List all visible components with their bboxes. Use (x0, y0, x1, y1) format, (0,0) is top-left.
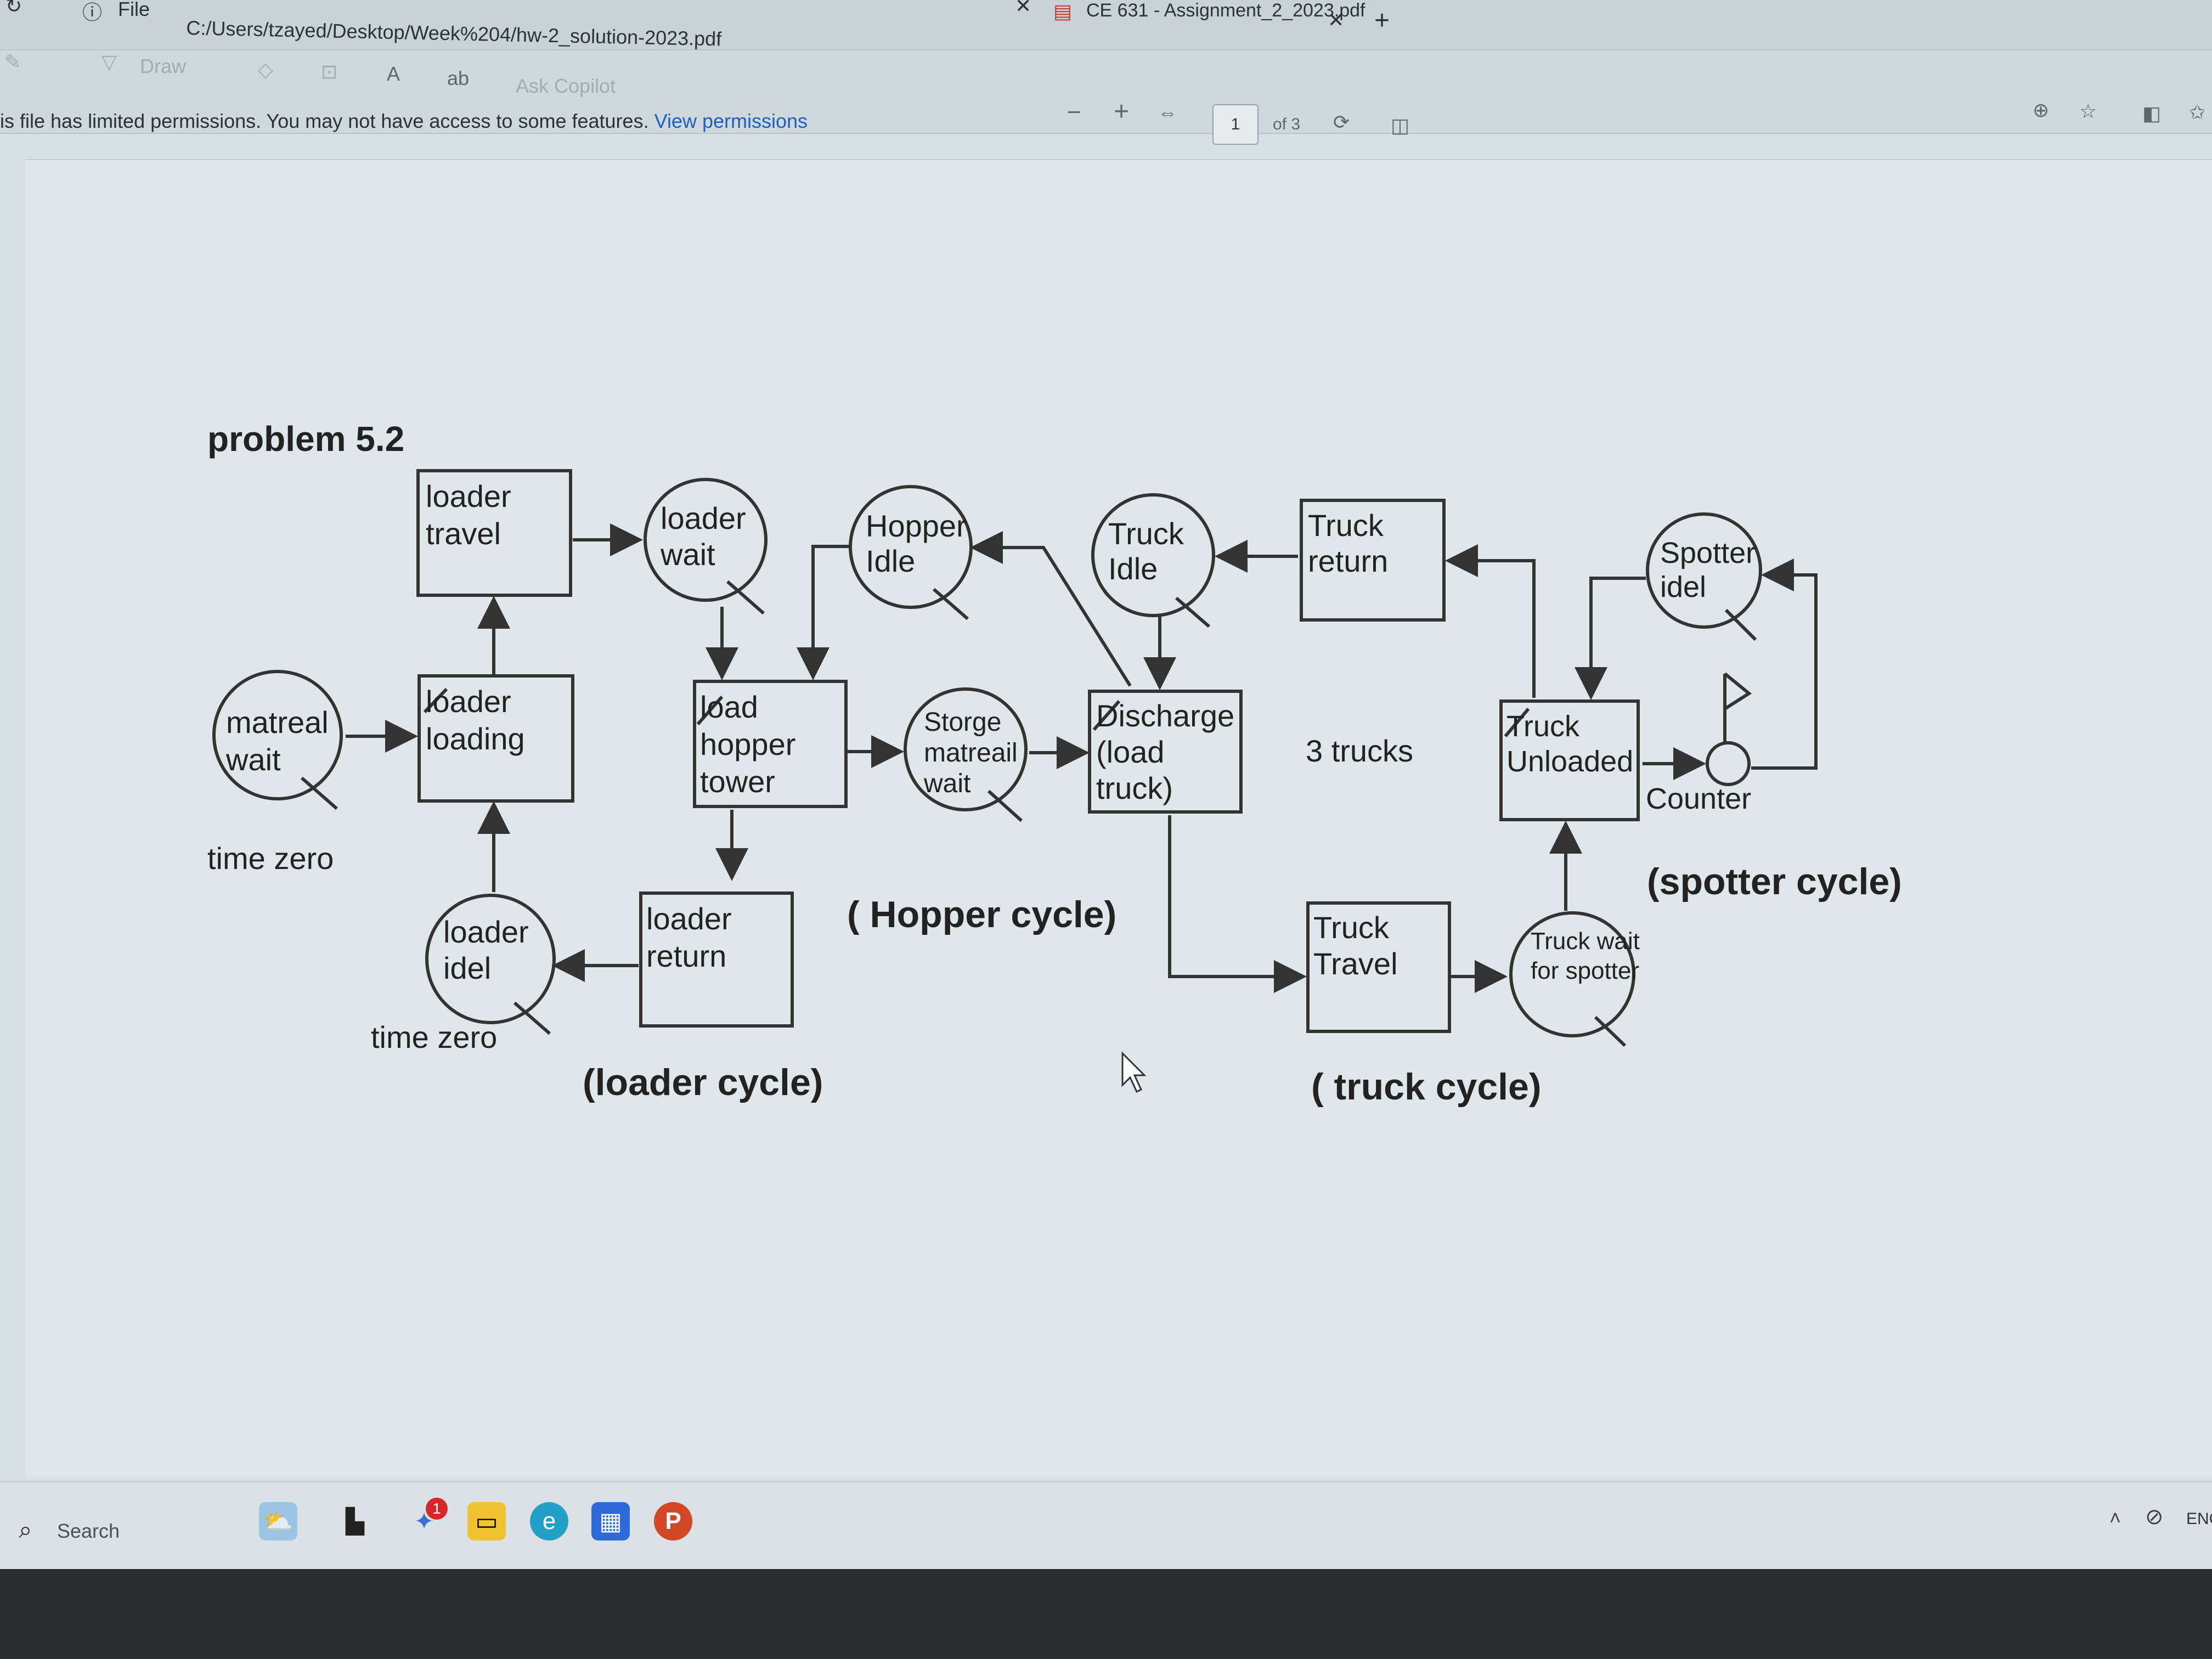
load-hopper-tower-label-1: load (700, 690, 758, 724)
view-permissions-link[interactable]: View permissions (654, 110, 808, 132)
eraser-icon[interactable]: ◇ (258, 58, 273, 81)
text-box-icon[interactable]: ⊡ (321, 60, 337, 83)
truck-return-label-2: return (1308, 544, 1388, 578)
taskbar-search[interactable]: Search (57, 1520, 120, 1543)
search-icon[interactable]: ⌕ (19, 1516, 32, 1544)
time-zero-label: time zero (207, 841, 334, 876)
hopper-cycle-label: ( Hopper cycle) (847, 894, 1116, 935)
loader-cycle-label: (loader cycle) (583, 1062, 823, 1103)
loader-travel-label-1: loader (426, 479, 511, 514)
loader-return-label-1: loader (646, 901, 732, 936)
draw-label[interactable]: Draw (140, 55, 186, 78)
pdf-viewer-window: ↻ ⓘ File C:/Users/tzayed/Desktop/Week%20… (0, 0, 2212, 1569)
truck-idle-label-2: Idle (1108, 551, 1158, 586)
read-aloud-icon[interactable]: A (387, 63, 400, 86)
truck-travel-label-2: Travel (1313, 946, 1398, 981)
truck-idle-label-1: Truck (1108, 516, 1184, 551)
truck-cycle-label: ( truck cycle) (1311, 1066, 1542, 1108)
loader-wait-label-1: loader (661, 501, 746, 535)
taskbar: ⌕ Search ˄ ⊘ ENG (0, 1481, 2212, 1569)
storge-matreail-wait-label-3: wait (923, 769, 970, 798)
translate-icon[interactable]: ab (447, 67, 469, 90)
notification-badge: 1 (426, 1498, 448, 1520)
zoom-search-icon[interactable]: ⊕ (2033, 99, 2049, 122)
time-zero-label: time zero (371, 1020, 497, 1054)
edge-browser-icon[interactable]: e (530, 1502, 568, 1541)
loader-loading-label-1: loader (426, 684, 511, 719)
task-view-icon[interactable]: ▙ (336, 1502, 374, 1541)
hopper-idle-label-2: Idle (866, 544, 915, 578)
loader-idel-label-1: loader (443, 915, 529, 949)
load-hopper-tower-label-2: hopper (700, 727, 795, 761)
file-explorer-icon[interactable]: ▭ (467, 1502, 506, 1541)
split-screen-icon[interactable]: ◧ (2142, 102, 2161, 125)
ask-copilot-button[interactable]: Ask Copilot (516, 75, 616, 98)
close-tab-icon[interactable]: ✕ (1328, 9, 1344, 32)
favorite-star-icon[interactable]: ☆ (2079, 100, 2097, 123)
refresh-icon[interactable]: ↻ (5, 0, 22, 18)
spotter-cycle-label: (spotter cycle) (1647, 861, 1902, 902)
loader-return-label-2: return (646, 939, 726, 973)
matreal-wait-label-2: wait (225, 742, 281, 777)
three-trucks-label: 3 trucks (1306, 733, 1413, 768)
loader-loading-label-2: loading (426, 721, 525, 756)
store-icon[interactable]: ▦ (591, 1502, 630, 1541)
counter-label: Counter (1646, 782, 1751, 815)
close-tab-icon[interactable]: ✕ (1015, 0, 1031, 18)
draw-icon[interactable]: ▽ (101, 50, 117, 74)
spotter-idel-label-1: Spotter (1660, 537, 1756, 569)
sync-icon[interactable]: ⊘ (2145, 1504, 2164, 1530)
hopper-idle-label-1: Hopper (866, 509, 967, 543)
spotter-idel-label-2: idel (1660, 571, 1706, 603)
permissions-message: is file has limited permissions. You may… (0, 110, 649, 132)
permissions-bar: is file has limited permissions. You may… (0, 110, 1756, 148)
tray-language[interactable]: ENG (2186, 1510, 2212, 1528)
truck-travel-label-1: Truck (1313, 910, 1390, 945)
discharge-label-2: (load (1096, 735, 1165, 769)
discharge-label-3: truck) (1096, 771, 1173, 805)
truck-return-label-1: Truck (1308, 508, 1384, 543)
load-hopper-tower-label-3: tower (700, 764, 775, 799)
tray-chevron-icon[interactable]: ˄ (2109, 1506, 2121, 1530)
collections-icon[interactable]: ✩ (2189, 101, 2205, 124)
powerpoint-icon[interactable]: P (654, 1502, 692, 1541)
truck-wait-for-spotter-label-1: Truck wait (1531, 928, 1640, 955)
widgets-icon[interactable]: ⛅ (259, 1502, 297, 1541)
info-icon[interactable]: ⓘ (82, 0, 102, 25)
matreal-wait-label-1: matreal (226, 705, 329, 740)
counter-circle (1706, 741, 1751, 786)
highlight-icon[interactable]: ✎ (4, 50, 21, 74)
diagram-title: problem 5.2 (207, 419, 404, 459)
counter-flag (1724, 672, 1752, 710)
cyclone-diagram: problem 5.2 loader travel loader wait Ho… (207, 419, 1902, 1108)
loader-wait-label-2: wait (660, 537, 715, 572)
new-tab-icon[interactable]: + (1374, 5, 1390, 36)
mouse-cursor-icon (1121, 1051, 1147, 1093)
title-bar: ↻ ⓘ File C:/Users/tzayed/Desktop/Week%20… (0, 0, 2212, 50)
file-path[interactable]: C:/Users/tzayed/Desktop/Week%204/hw-2_so… (186, 16, 722, 50)
storge-matreail-wait-label-1: Storge (924, 708, 1001, 737)
truck-wait-for-spotter-label-2: for spotter (1531, 957, 1639, 984)
storge-matreail-wait-label-2: matreail (924, 738, 1018, 768)
file-label[interactable]: File (118, 0, 150, 21)
discharge-label-1: Discharge (1096, 698, 1234, 733)
loader-idel-label-2: idel (443, 951, 491, 985)
pdf-page: problem 5.2 loader travel loader wait Ho… (25, 159, 2212, 1477)
pdf-tab-icon: ▤ (1053, 0, 1073, 22)
tab-title[interactable]: CE 631 - Assignment_2_2023.pdf (1086, 0, 1365, 21)
truck-unloaded-label-1: Truck (1506, 710, 1580, 743)
loader-travel-label-2: travel (426, 516, 501, 551)
truck-unloaded-label-2: Unloaded (1506, 745, 1633, 778)
